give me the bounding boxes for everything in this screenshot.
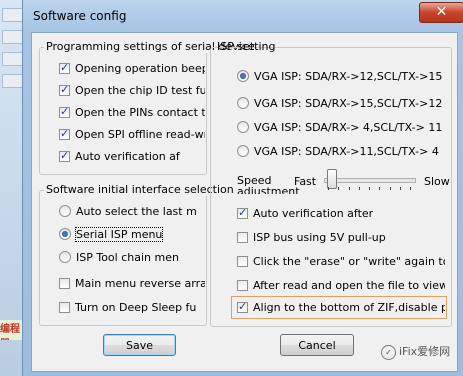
speed-slider-thumb[interactable] [326, 169, 337, 189]
watermark: ✓ iFix爱修网 [381, 343, 450, 360]
programming-option-1-label: Opening operation beep [75, 61, 205, 75]
dialog-client-area: Programming settings of serial device So… [31, 32, 458, 372]
speed-slider-track[interactable] [324, 178, 416, 183]
isp-option-3[interactable]: Click the "erase" or "write" again to [237, 253, 445, 269]
slider-tick [389, 187, 391, 190]
checkbox[interactable] [237, 300, 248, 313]
wechat-logo-icon: ✓ [381, 344, 396, 360]
checkbox[interactable] [59, 149, 70, 162]
programming-option-4-label: Open SPI offline read-write [75, 127, 205, 141]
interface-radio-2[interactable]: Serial ISP menu [59, 226, 205, 242]
programming-option-5[interactable]: Auto verification af [59, 148, 205, 164]
programming-option-3-label: Open the PINs contact test [75, 105, 205, 119]
isp-option-4-label: After read and open the file to view t [253, 278, 445, 292]
radio-button[interactable] [237, 145, 249, 157]
checkbox[interactable] [59, 127, 70, 140]
speed-label-line2: adjustment [237, 186, 300, 194]
radio-button[interactable] [237, 97, 249, 109]
checkbox[interactable] [237, 255, 248, 267]
slider-tick [410, 187, 411, 190]
isp-option-3-label: Click the "erase" or "write" again to [253, 254, 445, 268]
radio-button[interactable] [59, 251, 71, 263]
slider-tick [369, 187, 370, 190]
radio-button[interactable] [59, 205, 71, 217]
software-config-window: Software config ✕ Programming settings o… [22, 0, 463, 376]
programming-option-2-label: Open the chip ID test fu [75, 83, 205, 97]
checkbox[interactable] [59, 301, 70, 313]
interface-option-2-label: Turn on Deep Sleep fu [75, 300, 197, 314]
isp-option-2[interactable]: ISP bus using 5V pull-up [237, 229, 445, 245]
slider-tick [338, 187, 340, 190]
isp-radio-2[interactable]: VGA ISP: SDA/RX->15,SCL/TX->12 [237, 95, 447, 111]
watermark-text: iFix爱修网 [399, 345, 451, 358]
programming-option-4[interactable]: Open SPI offline read-write [59, 126, 205, 142]
checkbox[interactable] [237, 206, 248, 219]
isp-radio-4-label: VGA ISP: SDA/RX->11,SCL/TX-> 4 [254, 144, 439, 158]
interface-selection-title: Software initial interface selection [44, 183, 236, 196]
programming-option-3[interactable]: Open the PINs contact test [59, 104, 205, 120]
close-button[interactable]: ✕ [419, 2, 463, 23]
speed-fast-label: Fast [294, 174, 317, 188]
isp-radio-2-label: VGA ISP: SDA/RX->15,SCL/TX->12 [254, 96, 443, 110]
isp-radio-3[interactable]: VGA ISP: SDA/RX-> 4,SCL/TX-> 11 [237, 119, 447, 135]
checkbox[interactable] [237, 231, 248, 243]
isp-option-4[interactable]: After read and open the file to view t [237, 277, 445, 293]
isp-option-2-label: ISP bus using 5V pull-up [253, 230, 386, 244]
speed-slow-label: Slow [424, 174, 450, 188]
isp-option-5-label: Align to the bottom of ZIF,disable plac [253, 300, 445, 314]
programming-option-5-label: Auto verification af [75, 149, 180, 163]
slider-tick [399, 187, 401, 190]
window-title: Software config [33, 9, 127, 23]
radio-button[interactable] [237, 121, 249, 133]
slider-tick [379, 187, 381, 190]
interface-radio-3-label: ISP Tool chain men [76, 250, 179, 264]
title-bar[interactable]: Software config ✕ [23, 0, 463, 32]
interface-option-2[interactable]: Turn on Deep Sleep fu [59, 299, 205, 315]
isp-option-1[interactable]: Auto verification after [237, 205, 445, 221]
cancel-button[interactable]: Cancel [280, 334, 354, 356]
save-button[interactable]: Save [103, 334, 176, 356]
isp-option-1-label: Auto verification after [253, 206, 374, 220]
checkbox[interactable] [59, 277, 70, 289]
isp-option-5[interactable]: Align to the bottom of ZIF,disable plac [237, 299, 445, 315]
slider-tick [358, 187, 360, 190]
checkbox[interactable] [59, 61, 70, 74]
programming-option-1[interactable]: Opening operation beep [59, 60, 205, 76]
interface-option-1[interactable]: Main menu reverse arrange [59, 275, 205, 291]
checkbox[interactable] [237, 279, 248, 291]
interface-radio-3[interactable]: ISP Tool chain men [59, 249, 205, 265]
interface-radio-2-label: Serial ISP menu [74, 226, 164, 242]
checkbox[interactable] [59, 83, 70, 96]
interface-radio-1[interactable]: Auto select the last m [59, 203, 205, 219]
programming-option-2[interactable]: Open the chip ID test fu [59, 82, 205, 98]
isp-radio-1-label: VGA ISP: SDA/RX->12,SCL/TX->15 [254, 69, 443, 83]
checkbox[interactable] [59, 105, 70, 118]
slider-tick [348, 187, 350, 190]
interface-option-1-label: Main menu reverse arrange [75, 276, 205, 290]
isp-setting-title: ISP setting [217, 40, 276, 53]
isp-radio-3-label: VGA ISP: SDA/RX-> 4,SCL/TX-> 11 [254, 120, 443, 134]
radio-button[interactable] [59, 228, 71, 240]
isp-radio-1[interactable]: VGA ISP: SDA/RX->12,SCL/TX->15 [237, 68, 447, 84]
isp-radio-4[interactable]: VGA ISP: SDA/RX->11,SCL/TX-> 4 [237, 143, 447, 159]
radio-button[interactable] [237, 70, 249, 82]
interface-radio-1-label: Auto select the last m [76, 204, 197, 218]
slider-tick [328, 187, 329, 190]
